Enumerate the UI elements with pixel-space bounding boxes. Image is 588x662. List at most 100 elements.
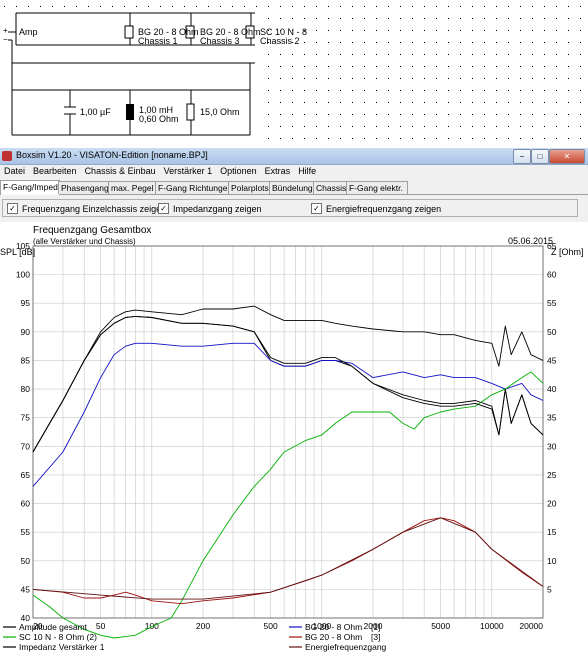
grid-dot <box>412 66 413 67</box>
close-button[interactable]: ✕ <box>549 149 585 164</box>
y-tick-left: 45 <box>21 584 31 594</box>
grid-dot <box>544 138 545 139</box>
y-tick-left: 70 <box>21 441 31 451</box>
grid-dot <box>268 54 269 55</box>
grid-dot <box>436 126 437 127</box>
tab-phasengang[interactable]: Phasengang <box>58 181 110 194</box>
tab-fgang-richtungen[interactable]: F-Gang Richtungen <box>155 181 232 194</box>
grid-dot <box>460 66 461 67</box>
grid-dot <box>568 18 569 19</box>
tab-chassis[interactable]: Chassis <box>313 181 348 194</box>
option-impedanz[interactable]: ✓ Impedanzgang zeigen <box>158 203 262 214</box>
grid-dot <box>424 54 425 55</box>
grid-dot <box>376 126 377 127</box>
checkbox-energie[interactable]: ✓ <box>311 203 322 214</box>
grid-dot <box>328 138 329 139</box>
legend-suffix: [3] <box>371 632 380 642</box>
grid-dot <box>328 54 329 55</box>
grid-dot <box>448 42 449 43</box>
grid-dot <box>388 114 389 115</box>
grid-dot <box>280 102 281 103</box>
menu-hilfe[interactable]: Hilfe <box>298 165 316 178</box>
menu-chassis-einbau[interactable]: Chassis & Einbau <box>85 165 156 178</box>
option-einzelchassis[interactable]: ✓ Frequenzgang Einzelchassis zeigen <box>7 203 166 214</box>
x-tick: 20000 <box>519 621 543 631</box>
grid-dot <box>508 42 509 43</box>
grid-dot <box>556 102 557 103</box>
grid-dot <box>508 78 509 79</box>
grid-dot <box>304 102 305 103</box>
grid-dot <box>292 114 293 115</box>
grid-dot <box>496 6 497 7</box>
series-line <box>32 305 544 453</box>
grid-dot <box>268 18 269 19</box>
grid-dot <box>352 126 353 127</box>
grid-dot <box>448 114 449 115</box>
grid-dot <box>292 90 293 91</box>
grid-dot <box>484 126 485 127</box>
amp-plus-terminal[interactable]: + <box>3 26 8 35</box>
x-tick: 50 <box>96 621 106 631</box>
grid-dot <box>568 78 569 79</box>
grid-dot <box>484 6 485 7</box>
y-tick-right: 20 <box>547 499 557 509</box>
grid-dot <box>304 54 305 55</box>
resistor-value[interactable]: 15,0 Ohm <box>200 107 240 117</box>
grid-dot <box>268 6 269 7</box>
checkbox-einzelchassis[interactable]: ✓ <box>7 203 18 214</box>
x-tick: 5000 <box>431 621 450 631</box>
menu-verstaerker[interactable]: Verstärker 1 <box>164 165 213 178</box>
tab-max-pegel[interactable]: max. Pegel <box>108 181 157 194</box>
grid-dot <box>460 114 461 115</box>
menu-optionen[interactable]: Optionen <box>220 165 257 178</box>
grid-dot <box>376 78 377 79</box>
maximize-button[interactable]: □ <box>531 149 549 164</box>
grid-dot <box>268 102 269 103</box>
grid-dot <box>124 6 125 7</box>
grid-dot <box>328 66 329 67</box>
menu-bearbeiten[interactable]: Bearbeiten <box>33 165 77 178</box>
grid-dot <box>340 18 341 19</box>
plot-frame <box>32 245 544 619</box>
menu-datei[interactable]: Datei <box>4 165 25 178</box>
grid-dot <box>436 18 437 19</box>
grid-dot <box>508 54 509 55</box>
grid-dot <box>316 102 317 103</box>
grid-dot <box>268 114 269 115</box>
tab-buendelung[interactable]: Bündelung <box>269 181 315 194</box>
option-energie[interactable]: ✓ Energiefrequenzgang zeigen <box>311 203 441 214</box>
grid-dot <box>184 6 185 7</box>
inductor-value[interactable]: 1,00 mH 0,60 Ohm <box>139 106 179 124</box>
tab-fgang-imped[interactable]: F-Gang/Imped. <box>0 180 60 195</box>
capacitor-value[interactable]: 1,00 µF <box>80 107 111 117</box>
grid-dot <box>496 90 497 91</box>
grid-dot <box>280 138 281 139</box>
grid-dot <box>436 138 437 139</box>
chassis-1-label[interactable]: BG 20 - 8 Ohm Chassis 1 <box>138 28 199 46</box>
grid-dot <box>220 6 221 7</box>
grid-dot <box>376 102 377 103</box>
grid-dot <box>316 138 317 139</box>
grid-dot <box>412 114 413 115</box>
grid-dot <box>316 30 317 31</box>
tab-fgang-elektr[interactable]: F-Gang elektr. <box>346 181 408 194</box>
chassis-2-label[interactable]: SC 10 N - 8 Chassis 2 <box>260 28 307 46</box>
grid-dot <box>304 18 305 19</box>
tab-polarplots[interactable]: Polarplots <box>228 181 271 194</box>
amp-minus-terminal[interactable]: − <box>3 35 8 44</box>
grid-dot <box>256 6 257 7</box>
y-tick-right: 15 <box>547 527 557 537</box>
grid-dot <box>388 42 389 43</box>
grid-dot <box>436 114 437 115</box>
grid-dot <box>400 54 401 55</box>
grid-dot <box>496 138 497 139</box>
minimize-button[interactable]: − <box>513 149 531 164</box>
menu-extras[interactable]: Extras <box>265 165 291 178</box>
frequency-response-chart[interactable]: 40 45 50 55 60 65 70 75 80 85 90 95 100 105 5 10 15 20 25 3… <box>0 222 588 662</box>
grid-dot <box>460 126 461 127</box>
chassis-3-label[interactable]: BG 20 - 8 Ohm Chassis 3 <box>200 28 261 46</box>
grid-dot <box>340 138 341 139</box>
title-bar[interactable]: Boxsim V1.20 - VISATON-Edition [noname.B… <box>0 148 588 165</box>
checkbox-impedanz[interactable]: ✓ <box>158 203 169 214</box>
grid-dot <box>364 102 365 103</box>
